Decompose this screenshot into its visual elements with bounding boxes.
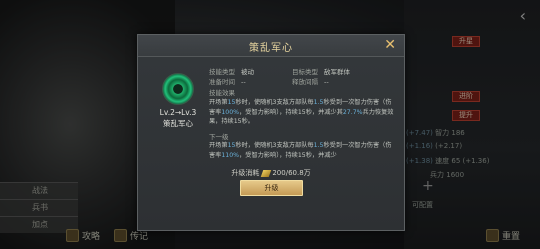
current-effect-text: 开场第15秒时，使随机3支敌方部队每1.5秒受到一次智力伤害（伤害率100%，受…	[209, 99, 394, 125]
prep-time-row: 准备时间 --	[209, 78, 246, 86]
skill-detail-modal: 策乱军心 ✕ Lv.2→Lv.3 策乱军心 技能类型 被动 目标类型 敌军群体 准备…	[137, 34, 405, 231]
upgrade-cost-row: 升级消耗 200/60.8万	[231, 169, 311, 177]
modal-title: 策乱军心	[249, 43, 293, 54]
target-type-row: 目标类型 敌军群体	[292, 68, 350, 76]
release-interval-row: 释放间隔 --	[292, 78, 329, 86]
close-icon[interactable]: ✕	[384, 37, 396, 53]
skill-name: 策乱军心	[163, 119, 193, 128]
upgrade-button[interactable]: 升级	[240, 180, 303, 196]
next-effect-text: 开场第15秒时，使随机3支敌方部队每1.5秒受到一次智力伤害（伤害率110%，受…	[209, 142, 392, 159]
skill-level: Lv.2→Lv.3	[159, 108, 197, 117]
skill-swirl-icon	[162, 73, 194, 105]
next-level-label: 下一级	[209, 133, 229, 141]
resource-icon	[261, 169, 272, 177]
skill-type-row: 技能类型 被动	[209, 68, 254, 76]
modal-header: 策乱军心 ✕	[138, 35, 404, 57]
effect-label: 技能效果	[209, 89, 235, 97]
